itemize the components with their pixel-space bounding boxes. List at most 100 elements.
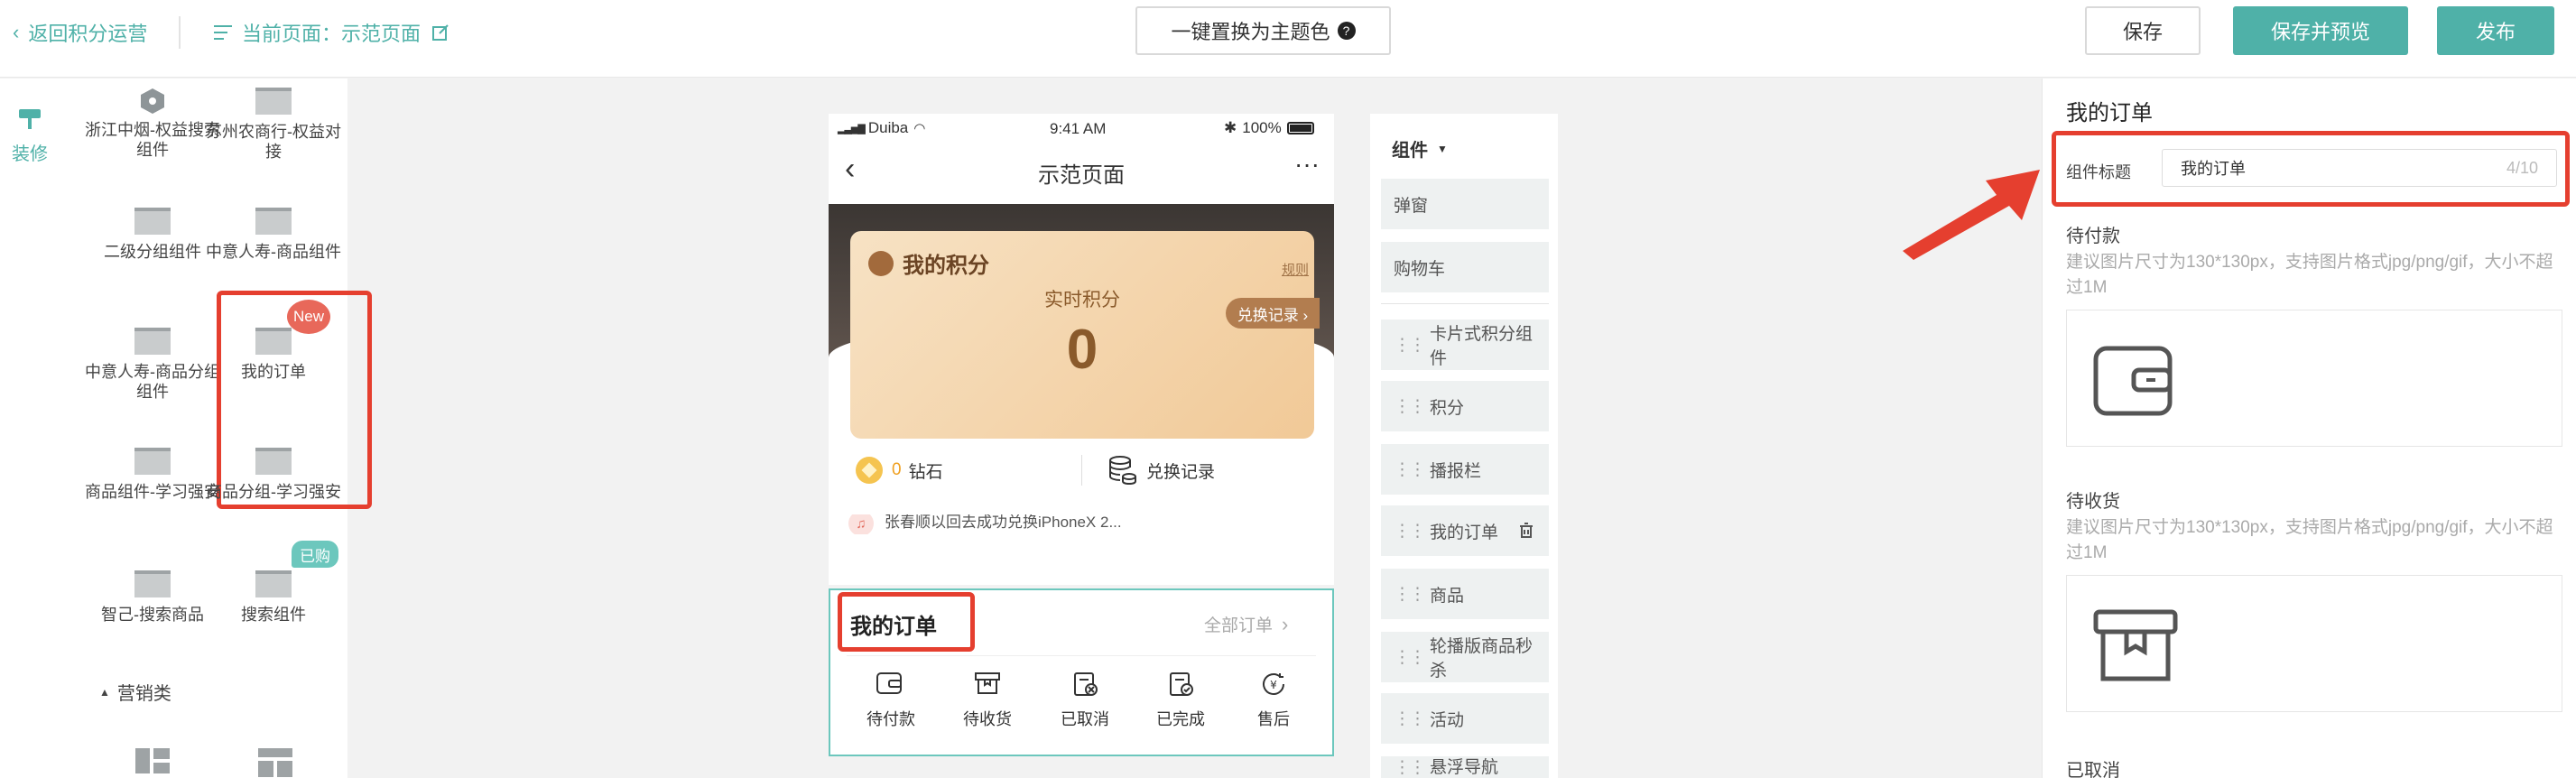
order-status-cancelled[interactable]: 已取消 (1060, 671, 1110, 730)
panel-title: 我的订单 (2066, 101, 2153, 125)
section-pending-receipt: 待收货 (2066, 492, 2120, 512)
component-thumbnail (255, 448, 292, 475)
divider (847, 655, 1316, 656)
drag-handle-icon[interactable]: ⋮⋮ (1394, 396, 1426, 417)
drag-handle-icon[interactable]: ⋮⋮ (1394, 584, 1426, 605)
decorate-icon (19, 109, 41, 129)
theme-color-button[interactable]: 一键置换为主题色 ? (1135, 6, 1391, 55)
purchased-badge: 已购 (292, 541, 338, 568)
current-page: 当前页面：示范页面 (213, 18, 449, 47)
cancelled-doc-icon (1074, 672, 1098, 696)
rules-link[interactable]: 规则 (1282, 260, 1309, 279)
drag-handle-icon[interactable]: ⋮⋮ (1394, 647, 1426, 668)
divider (179, 16, 181, 49)
save-button[interactable]: 保存 (2085, 6, 2201, 55)
broadcast-notice: ♫ 张春顺以回去成功兑换iPhoneX 2... (848, 514, 1122, 534)
caret-down-icon: ▼ (1437, 142, 1448, 155)
wallet-icon (876, 672, 902, 694)
hexagon-icon (141, 88, 164, 114)
save-preview-button[interactable]: 保存并预览 (2233, 6, 2408, 55)
component-list-item[interactable]: ⋮⋮ 活动 (1381, 693, 1549, 744)
component-thumbnail (134, 208, 171, 235)
component-list-item[interactable]: ⋮⋮ 卡片式积分组件 (1381, 320, 1549, 370)
component-item[interactable]: 智己-搜索商品 (85, 570, 220, 625)
component-thumbnail[interactable] (258, 748, 292, 778)
after-sale-icon: ¥ (1263, 673, 1284, 695)
exchange-record-entry[interactable]: 兑换记录 (1108, 455, 1215, 486)
highlight-box (838, 592, 975, 652)
signal-icon: ▂▃▅▇ (838, 123, 866, 134)
upload-hint: 建议图片尺寸为130*130px，支持图片格式jpg/png/gif，大小不超过… (2066, 253, 2553, 297)
drag-handle-icon[interactable]: ⋮⋮ (1394, 335, 1426, 356)
divider (1081, 455, 1082, 486)
pointer-arrow-icon (1903, 170, 2040, 260)
component-thumbnail (255, 88, 292, 115)
component-list: 组件 ▼ 弹窗 购物车 ⋮⋮ 卡片式积分组件 ⋮⋮ 积分 ⋮⋮ 播报栏 ⋮⋮ 我的订单 … (1370, 114, 1558, 778)
drag-handle-icon[interactable]: ⋮⋮ (1394, 709, 1426, 729)
component-list-item[interactable]: ⋮⋮ 播报栏 (1381, 444, 1549, 495)
drag-handle-icon[interactable]: ⋮⋮ (1394, 459, 1426, 480)
title-field-input[interactable]: 我的订单 4/10 (2162, 149, 2557, 187)
box-icon (2093, 609, 2178, 681)
component-list-item[interactable]: ⋮⋮ 悬浮导航 (1381, 756, 1549, 778)
svg-text:¥: ¥ (1270, 679, 1277, 691)
component-list-item-active[interactable]: ⋮⋮ 我的订单 (1381, 505, 1549, 556)
caret-up-icon: ▲ (99, 685, 110, 699)
all-orders-link[interactable]: 全部订单 › (1204, 612, 1288, 636)
decorate-tab[interactable]: 装修 (11, 107, 49, 165)
component-item[interactable]: 浙江中烟-权益搜索组件 (85, 88, 220, 160)
image-upload-pending-receipt[interactable] (2066, 575, 2562, 712)
diamond-summary[interactable]: 0 钻石 (856, 457, 943, 484)
points-card: 我的积分 规则 实时积分 0 兑换记录 › (850, 231, 1320, 439)
drag-handle-icon[interactable]: ⋮⋮ (1394, 757, 1426, 778)
component-list-header[interactable]: 组件 ▼ (1392, 135, 1448, 162)
list-icon (214, 25, 232, 40)
top-bar: ‹ 返回积分运营 当前页面：示范页面 一键置换为主题色 ? 保存 保存并预览 发… (0, 0, 2576, 78)
order-status-pending-payment[interactable]: 待付款 (866, 671, 915, 730)
component-list-item[interactable]: ⋮⋮ 积分 (1381, 381, 1549, 431)
component-thumbnail[interactable] (135, 748, 170, 778)
divider (1381, 303, 1549, 304)
component-item[interactable]: 商品组件-学习强安 (85, 448, 220, 502)
component-list-item[interactable]: 购物车 (1381, 242, 1549, 292)
component-item[interactable]: 搜索组件 (206, 570, 341, 625)
component-list-item[interactable]: ⋮⋮ 轮播版商品秒杀 (1381, 632, 1549, 682)
properties-panel: 我的订单 组件标题 我的订单 4/10 待付款 建议图片尺寸为130*130px… (2042, 79, 2576, 778)
chevron-right-icon: › (1282, 612, 1289, 635)
more-icon[interactable]: ··· (1294, 150, 1320, 179)
points-title: 我的积分 (868, 247, 989, 279)
order-status-after-sale[interactable]: ¥ 售后 (1251, 671, 1296, 730)
image-upload-pending-payment[interactable] (2066, 310, 2562, 447)
component-item[interactable]: 中意人寿-商品分组组件 (85, 328, 220, 402)
section-marketing[interactable]: ▲ 营销类 (99, 679, 171, 705)
status-carrier: ▂▃▅▇ Duiba ◠ (838, 119, 926, 136)
component-item[interactable]: 二级分组组件 (85, 208, 220, 262)
orders-component[interactable]: 我的订单 全部订单 › 待付款 待收货 已取消 已完成 ¥ 售后 (829, 588, 1334, 756)
diamond-icon (856, 457, 883, 484)
section-pending-payment: 待付款 (2066, 227, 2120, 246)
component-thumbnail (255, 208, 292, 235)
battery-icon (1286, 122, 1314, 134)
box-icon (975, 672, 1000, 694)
component-list-item[interactable]: ⋮⋮ 商品 (1381, 569, 1549, 619)
trash-icon[interactable] (1518, 523, 1534, 539)
component-item[interactable]: 商品分组-学习强安 (206, 448, 341, 502)
order-status-completed[interactable]: 已完成 (1155, 671, 1206, 730)
back-link[interactable]: ‹ 返回积分运营 (13, 18, 147, 47)
drag-handle-icon[interactable]: ⋮⋮ (1394, 521, 1426, 542)
title-field-label: 组件标题 (2066, 163, 2131, 181)
bell-icon: ♫ (848, 514, 874, 534)
exchange-record-badge[interactable]: 兑换记录 › (1226, 298, 1320, 329)
component-item[interactable]: 苏州农商行-权益对接 (206, 88, 341, 162)
upload-hint: 建议图片尺寸为130*130px，支持图片格式jpg/png/gif，大小不超过… (2066, 518, 2553, 562)
completed-doc-icon (1170, 672, 1193, 696)
component-thumbnail (134, 448, 171, 475)
component-list-item[interactable]: 弹窗 (1381, 179, 1549, 229)
publish-button[interactable]: 发布 (2437, 6, 2554, 55)
component-item[interactable]: 中意人寿-商品组件 (206, 208, 341, 262)
status-time: 9:41 AM (1050, 120, 1107, 137)
order-status-pending-receipt[interactable]: 待收货 (962, 671, 1013, 730)
section-cancelled: 已取消 (2066, 761, 2120, 778)
edit-icon[interactable] (431, 23, 449, 42)
wallet-icon (2093, 346, 2173, 416)
